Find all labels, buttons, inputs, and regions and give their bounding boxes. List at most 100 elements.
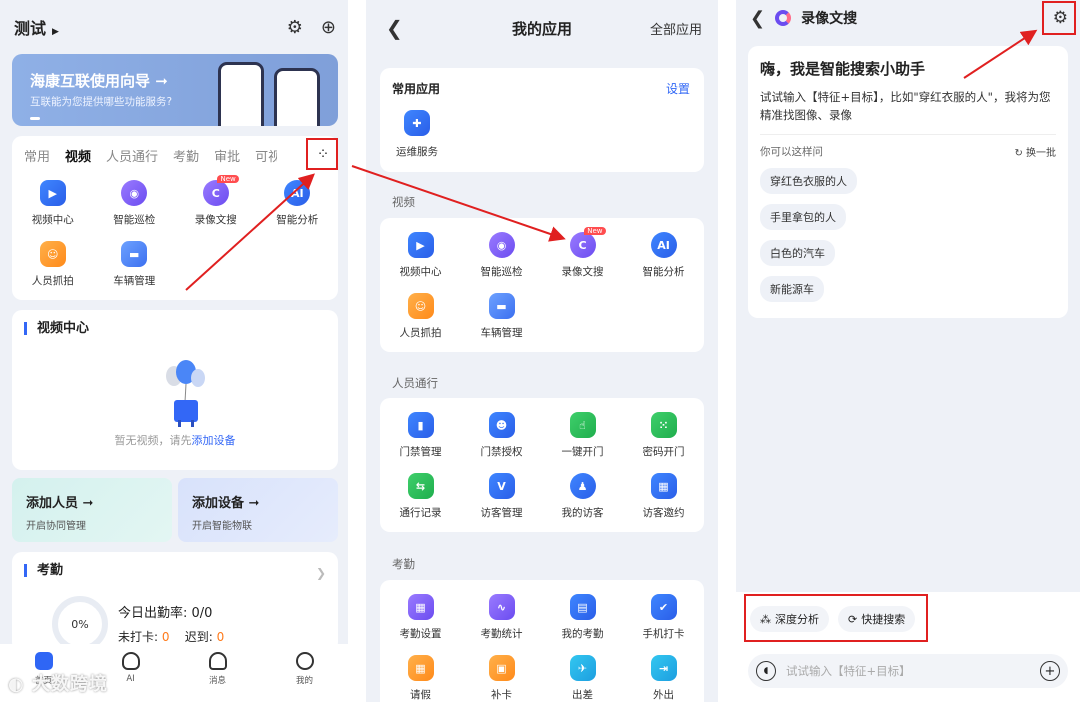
guide-banner[interactable]: 海康互联使用向导 ➞ 互联能为您提供哪些功能服务?: [12, 54, 338, 126]
settings-gear-icon[interactable]: ⚙: [287, 17, 303, 38]
add-device-card[interactable]: 添加设备 ➞ 开启智能物联: [178, 478, 338, 542]
app-person-capture[interactable]: ☺ 人员抓拍: [12, 241, 94, 288]
tab-access[interactable]: 人员通行: [106, 146, 158, 165]
door-icon: ▮: [407, 412, 434, 438]
late-value: 0: [216, 630, 225, 644]
app-attendance-settings[interactable]: ▦ 考勤设置: [380, 594, 461, 641]
app-my-attendance[interactable]: ▤ 我的考勤: [542, 594, 623, 641]
app-business-trip[interactable]: ✈ 出差: [542, 655, 623, 702]
app-grid: ▦ 考勤设置 ∿ 考勤统计 ▤ 我的考勤 ✔ 手机打卡 ▦ 请假 ▣ 补卡 ✈ 出差 ⇥ 外出: [380, 594, 704, 702]
search-nav: ❮ 录像文搜 ⚙: [750, 6, 1068, 30]
app-ai-analysis[interactable]: AI 智能分析: [257, 180, 339, 227]
back-chevron-icon[interactable]: ❮: [750, 8, 765, 29]
app-smart-patrol[interactable]: ◉ 智能巡检: [461, 232, 542, 279]
tabbar-label: 消息: [208, 676, 226, 686]
add-device-link[interactable]: 添加设备: [192, 434, 236, 447]
tabbar-messages[interactable]: 消息: [174, 644, 261, 702]
attendance-rate: 今日出勤率: 0/0: [118, 602, 212, 621]
tab-visual[interactable]: 可视: [255, 146, 277, 165]
tab-approval[interactable]: 审批: [214, 146, 240, 165]
ai-icon: [121, 652, 140, 670]
quick-subtitle: 开启智能物联: [192, 521, 252, 532]
vehicle-management-icon: ▬: [121, 241, 148, 267]
plus-icon[interactable]: +: [1040, 661, 1060, 681]
person-capture-icon: ☺: [407, 293, 434, 319]
app-label: 手机打卡: [642, 628, 685, 640]
search-logo-icon: [775, 10, 792, 26]
app-my-visitors[interactable]: ♟ 我的访客: [542, 473, 623, 520]
app-one-key-open[interactable]: ☝ 一键开门: [542, 412, 623, 459]
app-video-text-search[interactable]: C New 录像文搜: [175, 175, 257, 227]
assistant-tip: 试试输入【特征+目标】，比如"穿红衣服的人"，我将为您精准找图像、录像: [760, 90, 1051, 122]
banner-subtitle: 互联能为您提供哪些功能服务?: [30, 96, 173, 108]
refresh-suggestions-button[interactable]: ↻ 换一批: [1014, 144, 1056, 159]
app-make-up-clock[interactable]: ▣ 补卡: [461, 655, 542, 702]
search-input[interactable]: [786, 664, 1030, 678]
app-label: 智能巡检: [113, 214, 156, 226]
app-ops-service[interactable]: ✚ 运维服务: [396, 110, 438, 159]
tab-common[interactable]: 常用: [24, 146, 50, 165]
attendance-apps-card: ▦ 考勤设置 ∿ 考勤统计 ▤ 我的考勤 ✔ 手机打卡 ▦ 请假 ▣ 补卡 ✈ 出差 ⇥ 外出: [380, 580, 704, 702]
app-mobile-clock-in[interactable]: ✔ 手机打卡: [623, 594, 704, 641]
app-person-capture[interactable]: ☺ 人员抓拍: [380, 293, 461, 340]
ask-label: 你可以这样问: [760, 146, 823, 158]
phone-illustration: [218, 62, 264, 126]
attendance-stats: 未打卡: 0 迟到: 0: [118, 628, 224, 645]
calendar-invite-icon: ▦: [650, 473, 677, 499]
suggestion-chip[interactable]: 白色的汽车: [760, 240, 835, 266]
search-bottom-bar: ⁂深度分析 ⟳快捷搜索 ◖ +: [736, 592, 1080, 702]
group-title: 考勤: [392, 557, 415, 571]
video-text-search-screen: ❮ 录像文搜 ⚙ 嗨，我是智能搜索小助手 试试输入【特征+目标】，比如"穿红衣服…: [736, 0, 1080, 702]
screenshot-stage: 测试 ▶ ⚙ ⊕ 海康互联使用向导 ➞ 互联能为您提供哪些功能服务? 常用 视频 …: [0, 0, 1080, 702]
tab-video[interactable]: 视频: [65, 146, 91, 165]
org-switcher[interactable]: 测试 ▶: [14, 15, 59, 39]
video-text-search-icon: C New: [202, 175, 239, 206]
app-vehicle-management[interactable]: ▬ 车辆管理: [461, 293, 542, 340]
rate-value: 0/0: [191, 606, 213, 621]
absent-label: 未打卡:: [118, 630, 162, 644]
all-apps-link[interactable]: 全部应用: [650, 19, 702, 38]
banner-title: 海康互联使用向导 ➞: [30, 72, 168, 90]
tabbar-profile[interactable]: 我的: [261, 644, 348, 702]
suggestion-chip[interactable]: 新能源车: [760, 276, 824, 302]
suggestion-chip[interactable]: 穿红色衣服的人: [760, 168, 857, 194]
add-circle-icon[interactable]: ⊕: [321, 17, 336, 38]
app-label: 门禁管理: [399, 446, 442, 458]
app-visitor-invite[interactable]: ▦ 访客邀约: [623, 473, 704, 520]
person-icon: ♟: [569, 473, 596, 499]
empty-text: 暂无视频，请先: [114, 434, 192, 447]
app-access-records[interactable]: ⇆ 通行记录: [380, 473, 461, 520]
app-visitor-management[interactable]: V 访客管理: [461, 473, 542, 520]
app-go-out[interactable]: ⇥ 外出: [623, 655, 704, 702]
favorites-settings-link[interactable]: 设置: [666, 80, 690, 97]
app-label: 外出: [653, 689, 674, 701]
voice-icon[interactable]: ◖: [756, 661, 776, 681]
app-label: 考勤统计: [480, 628, 523, 640]
highlight-box: [744, 594, 928, 642]
watermark: ◐ 大数跨境: [8, 674, 108, 695]
tab-attendance[interactable]: 考勤: [173, 146, 199, 165]
app-attendance-stats[interactable]: ∿ 考勤统计: [461, 594, 542, 641]
app-label: 人员抓拍: [31, 275, 74, 287]
add-person-card[interactable]: 添加人员 ➞ 开启协同管理: [12, 478, 172, 542]
chevron-right-icon[interactable]: ❯: [316, 566, 326, 580]
group-title: 人员通行: [392, 376, 438, 390]
app-vehicle-management[interactable]: ▬ 车辆管理: [94, 241, 176, 288]
calendar-settings-icon: ▦: [407, 594, 434, 620]
app-door-management[interactable]: ▮ 门禁管理: [380, 412, 461, 459]
app-password-open[interactable]: ⁙ 密码开门: [623, 412, 704, 459]
suggestion-chip[interactable]: 手里拿包的人: [760, 204, 846, 230]
keypad-icon: ⁙: [650, 412, 677, 438]
app-leave[interactable]: ▦ 请假: [380, 655, 461, 702]
app-ai-analysis[interactable]: AI 智能分析: [623, 232, 704, 279]
access-apps-card: ▮ 门禁管理 ☻ 门禁授权 ☝ 一键开门 ⁙ 密码开门 ⇆ 通行记录 V 访客管理 ♟ 我的访…: [380, 398, 704, 532]
app-video-text-search[interactable]: C New 录像文搜: [542, 227, 623, 279]
video-text-search-icon: C New: [569, 227, 606, 258]
tabbar-label: AI: [126, 674, 135, 684]
app-video-center[interactable]: ▶ 视频中心: [12, 180, 94, 227]
app-video-center[interactable]: ▶ 视频中心: [380, 232, 461, 279]
app-door-authorization[interactable]: ☻ 门禁授权: [461, 412, 542, 459]
video-center-icon: ▶: [407, 232, 434, 258]
app-smart-patrol[interactable]: ◉ 智能巡检: [94, 180, 176, 227]
leave-calendar-icon: ▦: [407, 655, 434, 681]
